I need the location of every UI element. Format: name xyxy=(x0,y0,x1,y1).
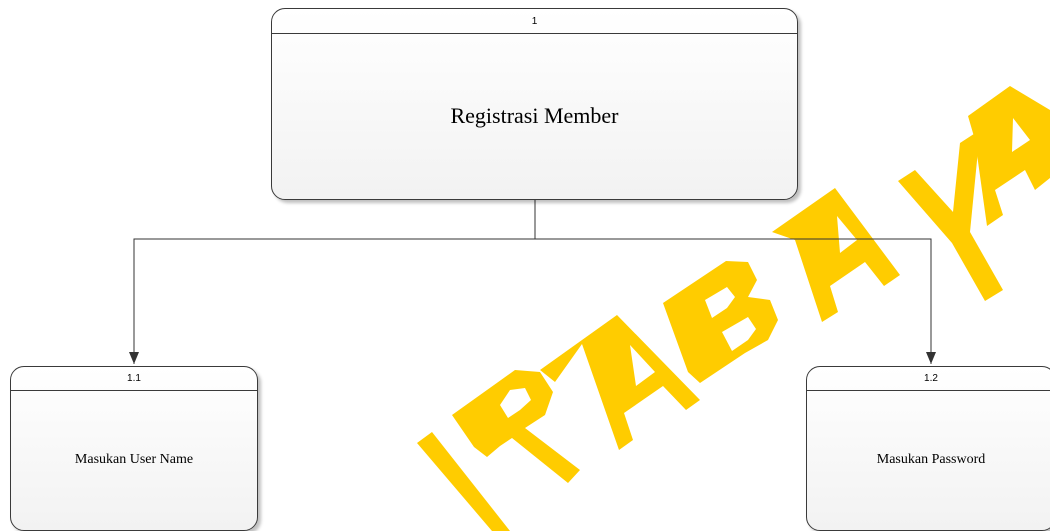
process-name: Masukan User Name xyxy=(74,452,194,467)
connector-root-to-1-1 xyxy=(133,200,536,364)
process-name: Registrasi Member xyxy=(450,103,619,128)
arrowhead-1-1 xyxy=(129,352,139,364)
process-number: 1.1 xyxy=(11,367,257,391)
arrowhead-1-2 xyxy=(926,352,936,364)
process-number: 1 xyxy=(272,9,797,34)
process-name: Masukan Password xyxy=(876,452,986,467)
connector-root-to-1-2 xyxy=(535,238,932,364)
process-masukan-user-name: 1.1 Masukan User Name xyxy=(10,366,258,531)
process-registrasi-member: 1 Registrasi Member xyxy=(271,8,798,200)
process-number: 1.2 xyxy=(807,367,1050,391)
diagram-canvas: 1 Registrasi Member 1.1 Masukan User Nam… xyxy=(0,0,1050,531)
process-masukan-password: 1.2 Masukan Password xyxy=(806,366,1050,531)
